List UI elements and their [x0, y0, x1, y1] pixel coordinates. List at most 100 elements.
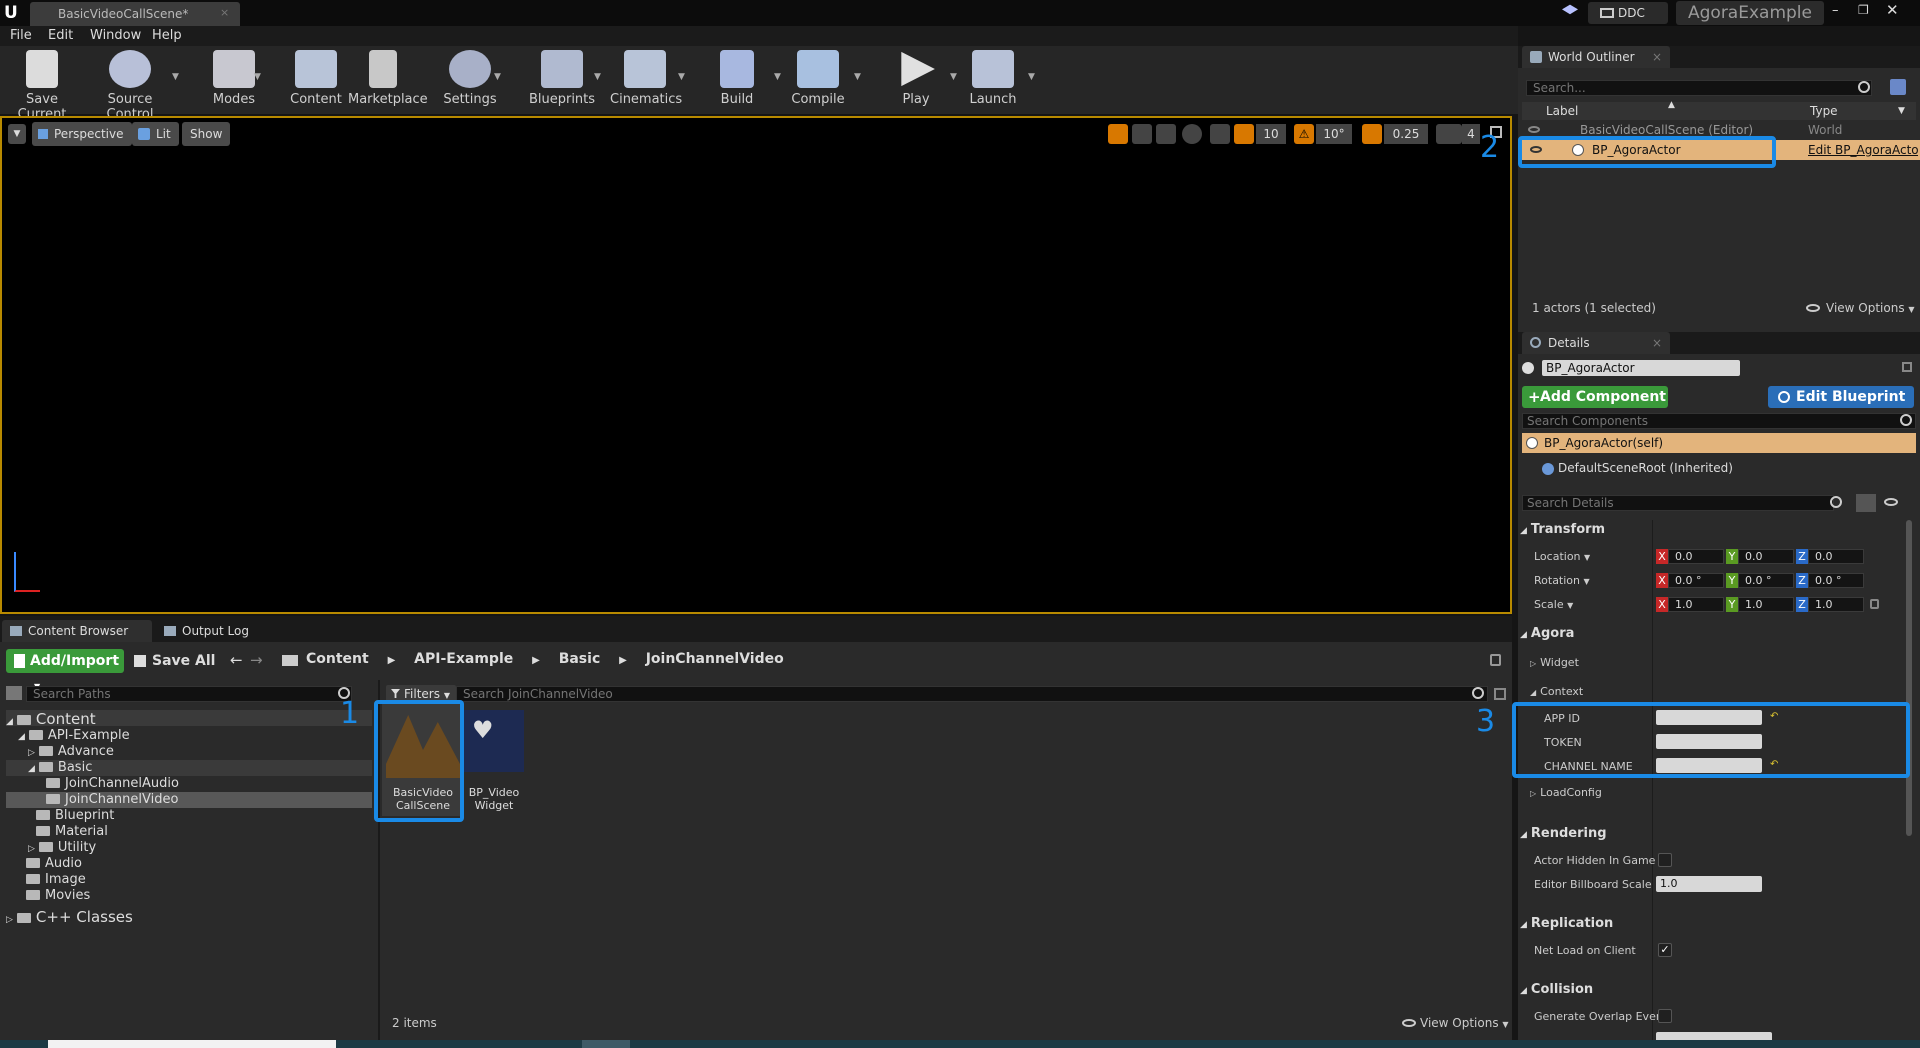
rotate-tool-icon[interactable] — [1132, 124, 1152, 144]
play-dropdown-icon[interactable]: ▼ — [950, 72, 957, 82]
forward-arrow-icon[interactable]: → — [250, 651, 263, 669]
widget-property[interactable]: ▷ Widget — [1530, 656, 1579, 669]
maximize-icon[interactable]: ❐ — [1858, 3, 1869, 17]
scale-y-field[interactable]: 1.0 — [1738, 597, 1794, 612]
show-button[interactable]: Show — [182, 122, 231, 146]
scale-snap-icon[interactable] — [1362, 124, 1382, 144]
save-search-icon[interactable] — [1494, 688, 1506, 700]
edit-blueprint-button[interactable]: Edit Blueprint ▼ — [1768, 386, 1914, 425]
outliner-search-input[interactable] — [1526, 80, 1872, 96]
grid-value[interactable]: 10 — [1256, 124, 1286, 144]
save-all-button[interactable]: Save All — [132, 649, 215, 673]
level-tab[interactable]: BasicVideoCallScene* — [30, 2, 240, 26]
grid-snap-icon[interactable] — [1234, 124, 1254, 144]
compile-button[interactable]: Compile — [790, 50, 846, 112]
tab-close-icon[interactable]: × — [220, 6, 229, 19]
viewport[interactable] — [0, 116, 1512, 614]
tree-item-movies[interactable]: Movies — [26, 888, 90, 903]
scale-tool-icon[interactable] — [1156, 124, 1176, 144]
scale-x-field[interactable]: 1.0 — [1668, 597, 1724, 612]
edit-actor-link[interactable]: Edit BP_AgoraActor — [1808, 143, 1918, 157]
tree-item-content[interactable]: ◢ Content — [6, 710, 372, 728]
rotation-z-field[interactable]: 0.0 ° — [1808, 573, 1864, 588]
camera-speed-value[interactable]: 4 — [1462, 124, 1480, 144]
search-assets-input[interactable] — [456, 686, 1488, 702]
tab-content-browser[interactable]: Content Browser — [2, 620, 152, 642]
viewport-menu-button[interactable]: ▼ — [8, 124, 26, 144]
rotation-snap-icon[interactable]: ⚠ — [1294, 124, 1314, 144]
property-matrix-icon[interactable] — [1856, 494, 1876, 512]
menu-help[interactable]: Help — [152, 28, 182, 43]
launch-dropdown-icon[interactable]: ▼ — [1028, 72, 1035, 82]
sources-toggle-icon[interactable] — [6, 686, 22, 700]
back-arrow-icon[interactable]: ← — [230, 651, 243, 669]
tree-item-material[interactable]: Material — [36, 824, 108, 839]
perspective-button[interactable]: Perspective — [32, 122, 132, 146]
component-self-row[interactable]: BP_AgoraActor(self) — [1522, 433, 1916, 453]
details-eye-icon[interactable] — [1884, 498, 1898, 506]
search-paths-input[interactable] — [26, 686, 352, 702]
tree-item-cpp-classes[interactable]: ▷ C++ Classes — [6, 908, 133, 926]
rotation-x-field[interactable]: 0.0 ° — [1668, 573, 1724, 588]
tree-item-utility[interactable]: ▷ Utility — [28, 840, 96, 855]
tree-item-api-example[interactable]: ◢ API-Example — [18, 728, 130, 743]
tab-world-outliner[interactable]: World Outliner × — [1522, 46, 1670, 68]
scale-label[interactable]: Scale ▼ — [1534, 598, 1573, 611]
tab-details[interactable]: Details × — [1522, 332, 1670, 354]
modes-dropdown-icon[interactable]: ▼ — [254, 72, 261, 82]
play-button[interactable]: Play — [888, 50, 944, 112]
net-load-checkbox[interactable]: ✓ — [1658, 943, 1672, 957]
build-dropdown-icon[interactable]: ▼ — [774, 72, 781, 82]
component-root-row[interactable]: DefaultSceneRoot (Inherited) — [1540, 461, 1733, 475]
cinematics-button[interactable]: Cinematics — [610, 50, 682, 112]
breadcrumb-content[interactable]: Content — [306, 651, 369, 667]
ddc-button[interactable]: DDC — [1588, 2, 1668, 24]
asset-bp-video-widget[interactable]: ♥ BP_Video Widget — [464, 710, 524, 816]
tree-item-basic[interactable]: ◢ Basic — [6, 760, 372, 776]
save-current-button[interactable]: Save Current — [6, 50, 78, 122]
overlap-checkbox[interactable] — [1658, 1009, 1672, 1023]
location-label[interactable]: Location ▼ — [1534, 550, 1590, 563]
agora-section[interactable]: ◢ Agora — [1520, 626, 1574, 641]
marketplace-button[interactable]: Marketplace — [348, 50, 428, 112]
details-scrollbar[interactable] — [1906, 520, 1912, 836]
world-space-icon[interactable] — [1182, 124, 1202, 144]
menu-edit[interactable]: Edit — [48, 28, 73, 43]
context-property[interactable]: ◢ Context — [1530, 685, 1583, 698]
lock-icon[interactable] — [1490, 654, 1501, 666]
replication-section[interactable]: ◢ Replication — [1520, 916, 1613, 931]
taskbar-active-app[interactable] — [582, 1040, 630, 1048]
rotation-label[interactable]: Rotation ▼ — [1534, 574, 1590, 587]
collision-preset-field[interactable] — [1656, 1032, 1772, 1040]
transform-section[interactable]: ◢ Transform — [1520, 522, 1605, 537]
content-view-options[interactable]: View Options ▼ — [1402, 1016, 1509, 1030]
content-button[interactable]: Content — [288, 50, 344, 112]
outliner-col-label[interactable]: Label — [1546, 104, 1578, 118]
breadcrumb-joinchannelvideo[interactable]: JoinChannelVideo — [646, 651, 784, 667]
rendering-section[interactable]: ◢ Rendering — [1520, 826, 1607, 841]
tree-item-joinchannelvideo[interactable]: JoinChannelVideo — [6, 792, 372, 808]
billboard-scale-field[interactable]: 1.0 — [1656, 876, 1762, 892]
search-details-input[interactable] — [1522, 495, 1834, 511]
settings-dropdown-icon[interactable]: ▼ — [494, 72, 501, 82]
source-control-button[interactable]: Source Control — [88, 50, 172, 122]
rotation-y-field[interactable]: 0.0 ° — [1738, 573, 1794, 588]
lit-button[interactable]: Lit — [132, 122, 179, 146]
blueprints-dropdown-icon[interactable]: ▼ — [594, 72, 601, 82]
collision-section[interactable]: ◢ Collision — [1520, 982, 1593, 997]
scale-lock-icon[interactable] — [1870, 599, 1879, 609]
rotation-value[interactable]: 10° — [1316, 124, 1352, 144]
location-y-field[interactable]: 0.0 — [1738, 549, 1794, 564]
source-control-dropdown-icon[interactable]: ▼ — [172, 72, 179, 82]
scale-value[interactable]: 0.25 — [1384, 124, 1428, 144]
location-z-field[interactable]: 0.0 — [1808, 549, 1864, 564]
menu-window[interactable]: Window — [90, 28, 141, 43]
tree-item-advance[interactable]: ▷ Advance — [28, 744, 114, 759]
details-tab-close-icon[interactable]: × — [1652, 332, 1662, 354]
location-x-field[interactable]: 0.0 — [1668, 549, 1724, 564]
compile-dropdown-icon[interactable]: ▼ — [854, 72, 861, 82]
column-options-icon[interactable]: ▼ — [1898, 106, 1905, 116]
cinematics-dropdown-icon[interactable]: ▼ — [678, 72, 685, 82]
search-components-input[interactable] — [1522, 413, 1916, 429]
outliner-add-icon[interactable] — [1890, 79, 1906, 95]
